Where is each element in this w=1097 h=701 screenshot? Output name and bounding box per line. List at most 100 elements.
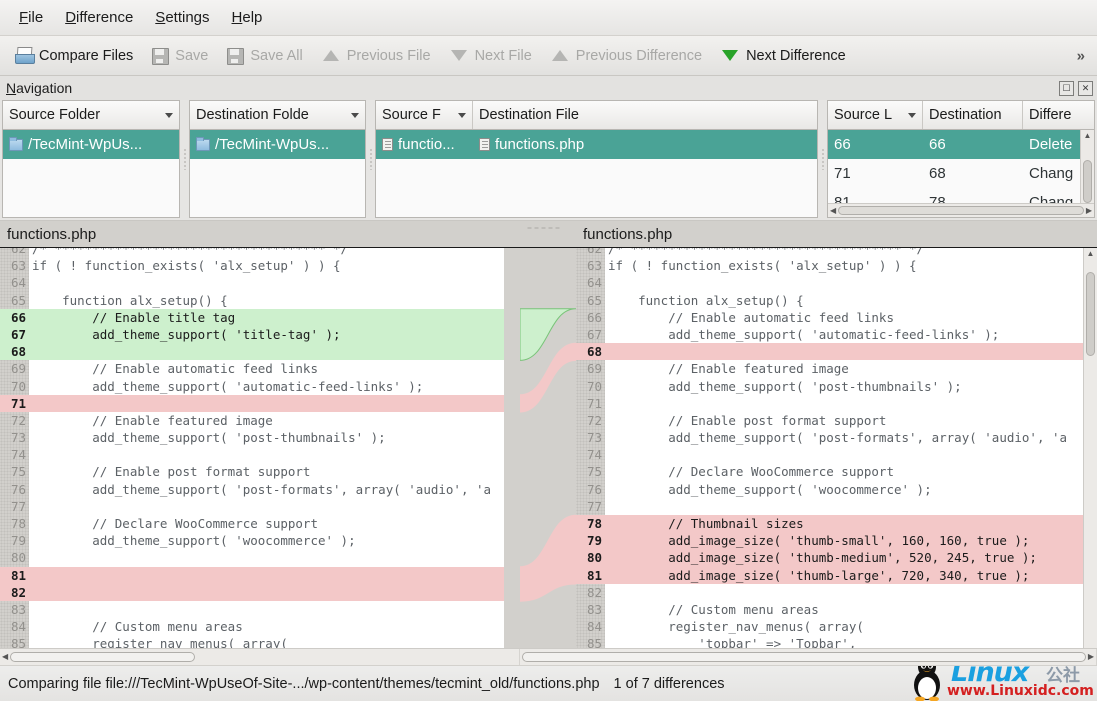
scroll-right-icon[interactable]: ▶: [1086, 205, 1092, 217]
code-line[interactable]: 82: [576, 584, 1097, 601]
left-code-view[interactable]: 62 /* ***********************************…: [0, 248, 520, 648]
code-line[interactable]: 74: [576, 446, 1097, 463]
code-line[interactable]: 73 add_theme_support( 'post-thumbnails' …: [0, 429, 520, 446]
right-code-view[interactable]: 62 /* ***********************************…: [576, 248, 1097, 648]
scroll-left-icon[interactable]: ◀: [830, 205, 836, 217]
code-line[interactable]: 77: [0, 498, 520, 515]
code-line[interactable]: 83 // Custom menu areas: [576, 601, 1097, 618]
code-line[interactable]: 79 add_image_size( 'thumb-small', 160, 1…: [576, 532, 1097, 550]
scroll-up-icon[interactable]: ▲: [1084, 130, 1092, 142]
code-line[interactable]: 81 add_image_size( 'thumb-large', 720, 3…: [576, 566, 1097, 584]
sort-arrow-icon[interactable]: [458, 112, 466, 118]
compare-files-button[interactable]: Compare Files: [6, 43, 142, 69]
code-line[interactable]: 76 add_theme_support( 'woocommerce' );: [576, 481, 1097, 498]
sort-arrow-icon[interactable]: [908, 112, 916, 118]
list-item[interactable]: /TecMint-WpUs...: [3, 130, 179, 159]
code-line[interactable]: 72 // Enable featured image: [0, 412, 520, 429]
column-splitter[interactable]: [182, 100, 187, 218]
code-line[interactable]: 69 // Enable featured image: [576, 360, 1097, 377]
code-line[interactable]: 65 function alx_setup() {: [0, 292, 520, 309]
code-line[interactable]: 73 add_theme_support( 'post-formats', ar…: [576, 429, 1097, 446]
scrollbar-thumb[interactable]: [522, 652, 1086, 662]
previous-difference-button[interactable]: Previous Difference: [541, 44, 711, 68]
scrollbar-thumb[interactable]: [10, 652, 196, 662]
code-line[interactable]: 85 register_nav_menus( array(: [0, 635, 520, 648]
code-line[interactable]: 80 add_image_size( 'thumb-medium', 520, …: [576, 549, 1097, 567]
close-icon[interactable]: ✕: [1078, 80, 1093, 96]
code-line[interactable]: 74: [0, 446, 520, 463]
code-line[interactable]: 62 /* ***********************************…: [576, 248, 1097, 257]
scrollbar-thumb[interactable]: [838, 206, 1084, 215]
scroll-up-icon[interactable]: ▲: [1087, 248, 1095, 260]
code-line[interactable]: 71: [0, 394, 520, 412]
code-line[interactable]: 66 // Enable automatic feed links: [576, 309, 1097, 326]
table-row[interactable]: 71 68 Chang: [828, 159, 1094, 188]
next-difference-button[interactable]: Next Difference: [711, 44, 855, 68]
code-line[interactable]: 69 // Enable automatic feed links: [0, 360, 520, 377]
code-line[interactable]: 68: [576, 343, 1097, 361]
code-line[interactable]: 78 // Declare WooCommerce support: [0, 515, 520, 532]
code-line[interactable]: 71: [576, 395, 1097, 412]
previous-file-button[interactable]: Previous File: [312, 44, 440, 68]
float-icon[interactable]: ☐: [1059, 80, 1074, 96]
source-folder-list[interactable]: Source Folder /TecMint-WpUs...: [2, 100, 180, 218]
code-line[interactable]: 66 // Enable title tag: [0, 308, 520, 326]
right-horizontal-scrollbar[interactable]: ▶: [520, 648, 1097, 666]
code-line[interactable]: 83: [0, 601, 520, 618]
toolbar-overflow-button[interactable]: »: [1071, 45, 1091, 66]
column-splitter[interactable]: [368, 100, 373, 218]
code-line[interactable]: 77: [576, 498, 1097, 515]
difference-column-header[interactable]: Differe: [1023, 101, 1094, 129]
save-all-button[interactable]: Save All: [217, 43, 311, 69]
left-horizontal-scrollbar[interactable]: ◀: [0, 648, 520, 666]
code-line[interactable]: 72 // Enable post format support: [576, 412, 1097, 429]
code-line[interactable]: 80: [0, 549, 520, 566]
code-line[interactable]: 84 register_nav_menus( array(: [576, 618, 1097, 635]
code-line[interactable]: 68: [0, 343, 520, 361]
code-line[interactable]: 64: [0, 274, 520, 291]
code-line[interactable]: 63 if ( ! function_exists( 'alx_setup' ) …: [576, 257, 1097, 274]
code-line[interactable]: 75 // Enable post format support: [0, 463, 520, 480]
scroll-right-icon[interactable]: ▶: [1088, 651, 1094, 663]
code-line[interactable]: 67 add_theme_support( 'automatic-feed-li…: [576, 326, 1097, 343]
sort-arrow-icon[interactable]: [351, 112, 359, 118]
code-line[interactable]: 84 // Custom menu areas: [0, 618, 520, 635]
code-line[interactable]: 62 /* ***********************************…: [0, 248, 520, 257]
code-line[interactable]: 70 add_theme_support( 'automatic-feed-li…: [0, 378, 520, 395]
code-line[interactable]: 81: [0, 566, 520, 584]
scrollbar-thumb[interactable]: [1086, 272, 1095, 356]
table-row[interactable]: 66 66 Delete: [828, 130, 1094, 159]
code-line[interactable]: 76 add_theme_support( 'post-formats', ar…: [0, 481, 520, 498]
source-file-column-header[interactable]: Source F: [376, 101, 473, 129]
next-file-button[interactable]: Next File: [440, 44, 541, 68]
code-line[interactable]: 79 add_theme_support( 'woocommerce' );: [0, 532, 520, 549]
destination-file-column-header[interactable]: Destination File: [473, 101, 817, 129]
scrollbar-thumb[interactable]: [1083, 160, 1092, 203]
destination-folder-column-header[interactable]: Destination Folde: [190, 101, 365, 129]
file-list[interactable]: Source F Destination File functio... fun…: [375, 100, 818, 218]
table-row[interactable]: functio... functions.php: [376, 130, 817, 159]
destination-folder-list[interactable]: Destination Folde /TecMint-WpUs...: [189, 100, 366, 218]
gap-splitter-handle[interactable]: [520, 221, 576, 248]
destination-line-column-header[interactable]: Destination: [923, 101, 1023, 129]
navigation-vertical-scrollbar[interactable]: ▲: [1080, 130, 1094, 203]
code-line[interactable]: 67 add_theme_support( 'title-tag' );: [0, 325, 520, 344]
scroll-left-icon[interactable]: ◀: [2, 651, 8, 663]
menu-file[interactable]: File: [8, 6, 54, 29]
code-line[interactable]: 64: [576, 274, 1097, 291]
source-line-column-header[interactable]: Source L: [828, 101, 923, 129]
menu-help[interactable]: Help: [221, 6, 274, 29]
navigation-horizontal-scrollbar[interactable]: ◀ ▶: [828, 203, 1094, 217]
menu-settings[interactable]: Settings: [144, 6, 220, 29]
code-line[interactable]: 82: [0, 583, 520, 601]
code-line[interactable]: 78 // Thumbnail sizes: [576, 515, 1097, 533]
code-line[interactable]: 65 function alx_setup() {: [576, 292, 1097, 309]
sort-arrow-icon[interactable]: [165, 112, 173, 118]
code-line[interactable]: 85 'topbar' => 'Topbar',: [576, 635, 1097, 648]
menu-difference[interactable]: Difference: [54, 6, 144, 29]
code-line[interactable]: 63 if ( ! function_exists( 'alx_setup' ) …: [0, 257, 520, 274]
column-splitter[interactable]: [820, 100, 825, 218]
list-item[interactable]: /TecMint-WpUs...: [190, 130, 365, 159]
difference-list[interactable]: Source L Destination Differe 66 66 Delet…: [827, 100, 1095, 218]
code-line[interactable]: 75 // Declare WooCommerce support: [576, 463, 1097, 480]
